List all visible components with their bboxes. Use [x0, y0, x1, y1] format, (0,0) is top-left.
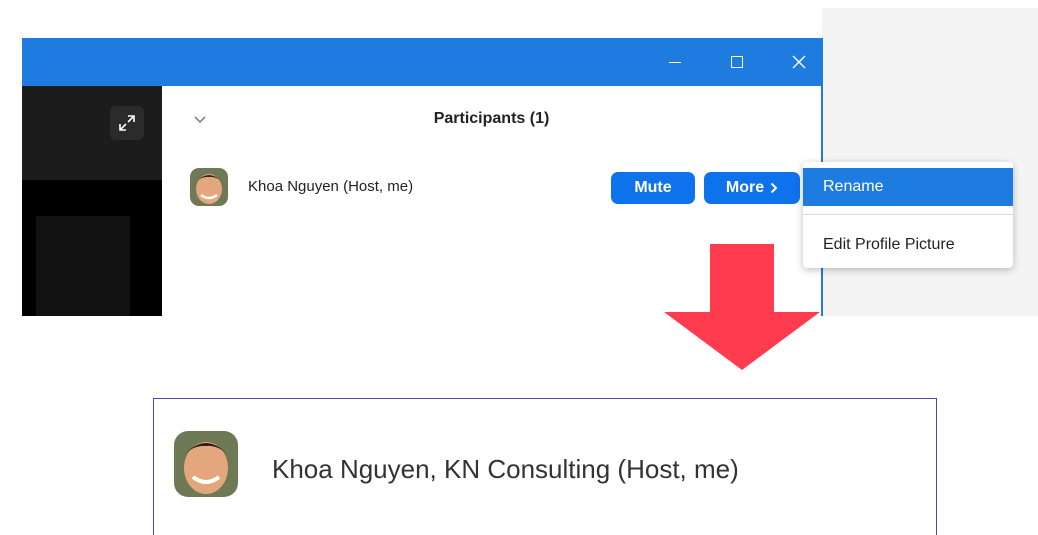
expand-icon	[119, 115, 135, 131]
avatar	[174, 431, 238, 497]
more-button-label: More	[725, 179, 765, 196]
menu-item-edit-profile-picture[interactable]: Edit Profile Picture	[803, 226, 1013, 264]
minimize-button[interactable]	[652, 38, 698, 86]
menu-divider	[803, 214, 1013, 215]
avatar-image	[190, 168, 228, 206]
avatar	[190, 168, 228, 206]
menu-item-rename[interactable]: Rename	[803, 168, 1013, 206]
down-arrow-icon	[664, 244, 820, 370]
maximize-icon	[731, 56, 743, 68]
close-icon	[792, 55, 806, 69]
more-dropdown-menu: Rename Edit Profile Picture	[803, 162, 1013, 268]
maximize-button[interactable]	[714, 38, 760, 86]
close-button[interactable]	[776, 38, 822, 86]
video-header	[22, 86, 162, 180]
avatar-image	[174, 431, 238, 497]
video-tile	[36, 216, 130, 316]
panel-title: Participants (1)	[433, 110, 550, 127]
window-titlebar	[22, 38, 823, 86]
participant-row[interactable]: Khoa Nguyen (Host, me) Mute More	[162, 162, 821, 212]
expand-button[interactable]	[110, 106, 144, 140]
video-area	[22, 86, 162, 316]
after-screenshot: Khoa Nguyen, KN Consulting (Host, me)	[153, 398, 937, 535]
participant-name: Khoa Nguyen (Host, me)	[248, 178, 414, 195]
minimize-icon	[669, 61, 681, 63]
renamed-participant-name: Khoa Nguyen, KN Consulting (Host, me)	[272, 454, 739, 484]
more-button[interactable]: More	[704, 172, 800, 204]
before-screenshot: Participants (1) Khoa Nguyen (Host, me) …	[0, 0, 1038, 316]
mute-button[interactable]: Mute	[611, 172, 695, 204]
chevron-right-icon	[770, 182, 778, 194]
